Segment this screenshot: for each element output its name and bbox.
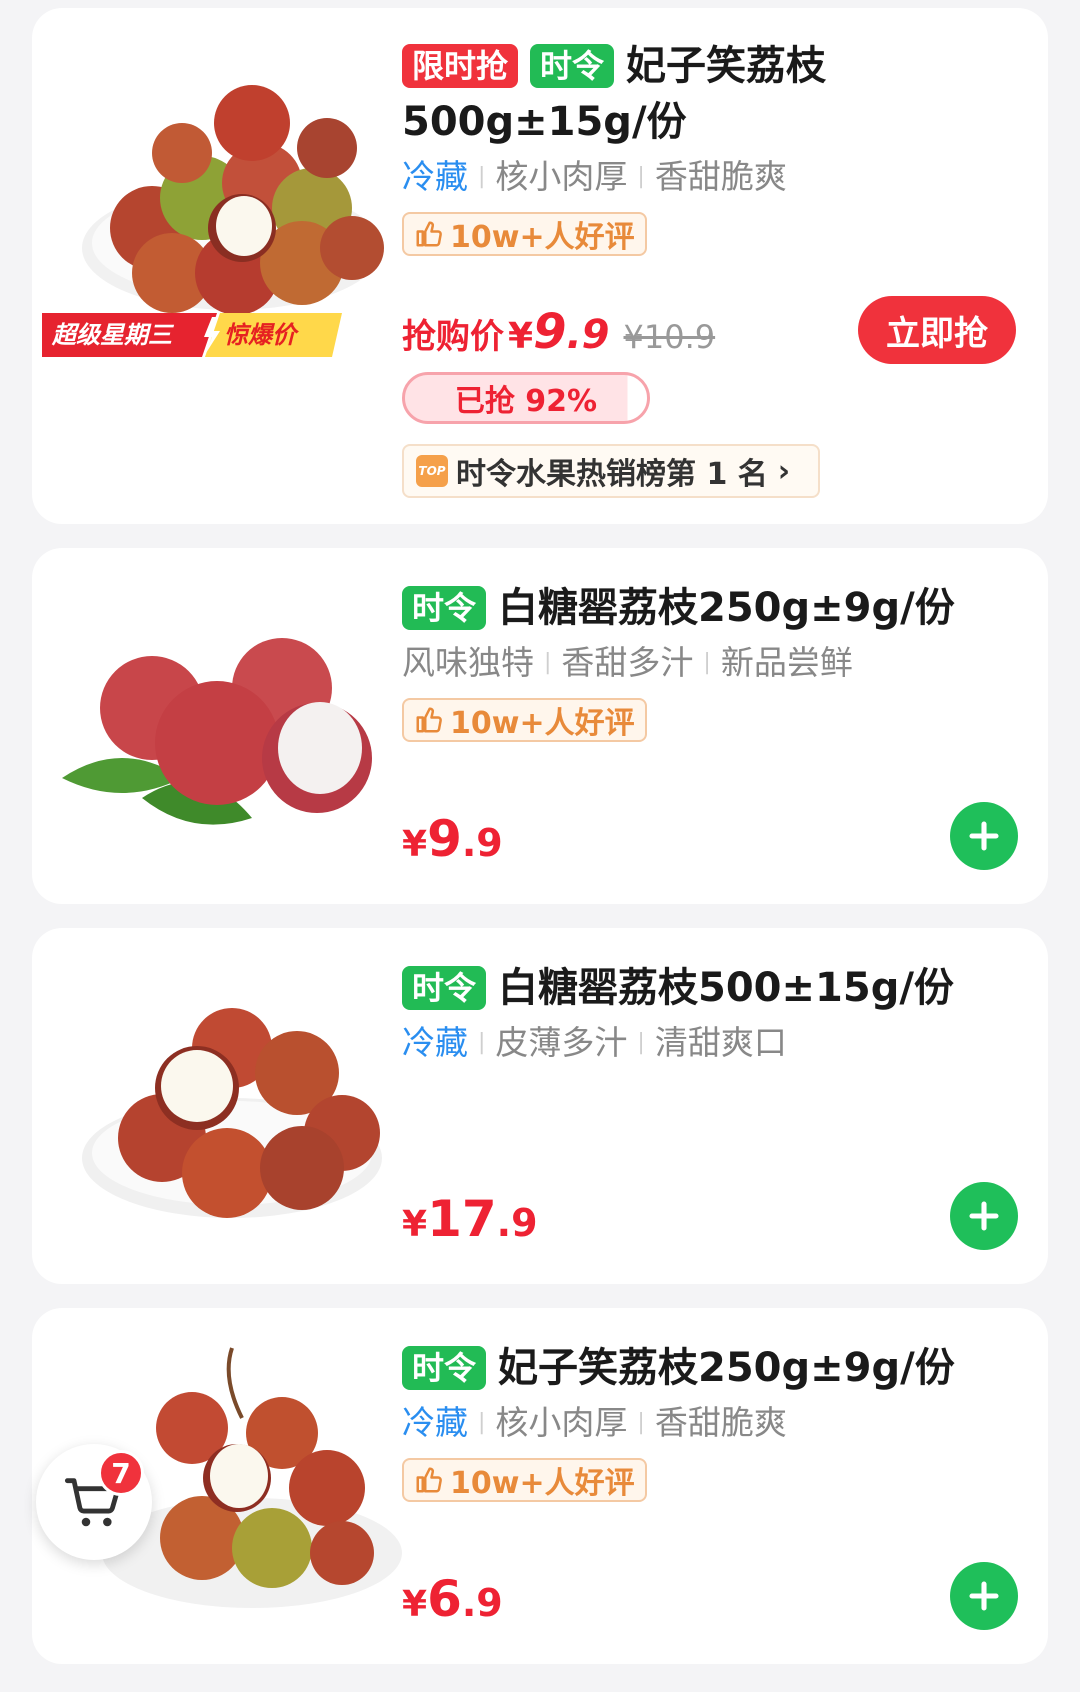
price-integer: 9 [533,304,567,360]
add-to-cart-button[interactable] [950,1182,1018,1250]
ranking-text: 时令水果热销榜第 1 名 [456,457,768,492]
feature-list: 冷藏 | 皮薄多汁 | 清甜爽口 [402,1023,787,1062]
add-to-cart-button[interactable] [950,802,1018,870]
product-name: 妃子笑荔枝250g±9g/份 [498,1345,955,1391]
seasonal-tag: 时令 [402,586,487,630]
cold-storage-label: 冷藏 [402,157,468,196]
review-text: 10w+人好评 [450,220,635,255]
price-row: ¥ 17 .9 [402,1190,538,1248]
feature-item: 香甜多汁 [561,643,694,682]
feature-list: 冷藏 | 核小肉厚 | 香甜脆爽 [402,157,787,196]
price-decimal: .9 [496,1201,538,1245]
product-card[interactable]: 时令 妃子笑荔枝250g±9g/份 冷藏 | 核小肉厚 | 香甜脆爽 10w+人好评 ¥… [32,1308,1048,1664]
plus-icon [969,1201,999,1231]
price-decimal: .9 [461,821,503,865]
original-price: ¥10.9 [623,318,716,356]
plus-icon [969,1581,999,1611]
seasonal-tag: 时令 [402,966,487,1010]
price-decimal: .9 [461,1581,503,1625]
review-text: 10w+人好评 [450,706,635,741]
feature-item: 皮薄多汁 [495,1023,628,1062]
product-name: 白糖罂荔枝250g±9g/份 [498,585,955,631]
feature-item: 风味独特 [402,643,534,682]
product-title: 限时抢 时令 妃子笑荔枝 [402,38,1016,94]
currency-symbol: ¥ [402,824,428,865]
buy-now-button[interactable]: 立即抢 [858,296,1016,364]
plus-icon [969,821,999,851]
sold-progress-bar: 已抢 92% [402,372,650,424]
lychee-plate-image [82,1008,382,1218]
lychee-leaf-image [62,638,372,825]
product-title: 时令 妃子笑荔枝250g±9g/份 [402,1340,1016,1396]
banner-left-label: 超级星期三 [52,321,172,349]
product-image[interactable] [52,578,412,878]
product-spec: 500g±15g/份 [402,99,687,145]
feature-item: 核小肉厚 [495,1403,628,1442]
currency-symbol: ¥ [402,1204,428,1245]
review-text: 10w+人好评 [450,1466,635,1501]
product-name: 白糖罂荔枝500±15g/份 [498,965,954,1011]
review-badge: 10w+人好评 [402,698,647,742]
seasonal-tag: 时令 [530,44,615,88]
feature-list: 冷藏 | 核小肉厚 | 香甜脆爽 [402,1403,787,1442]
product-name: 妃子笑荔枝 [626,43,827,89]
feature-list: 风味独特 | 香甜多汁 | 新品尝鲜 [402,643,853,682]
feature-item: 新品尝鲜 [720,643,853,682]
cold-storage-label: 冷藏 [402,1023,468,1062]
feature-item: 香甜脆爽 [654,1403,787,1442]
thumbs-up-icon [416,1467,442,1493]
product-title: 时令 白糖罂荔枝500±15g/份 [402,960,1016,1016]
review-badge: 10w+人好评 [402,1458,647,1502]
price-row: 抢购价 ¥ 9 .9 ¥10.9 [402,304,715,360]
cold-storage-label: 冷藏 [402,1403,468,1442]
seasonal-tag: 时令 [402,1346,487,1390]
super-wednesday-banner: 超级星期三 惊爆价 [42,313,342,357]
currency-symbol: ¥ [402,1584,428,1625]
currency-symbol: ¥ [508,316,534,357]
add-to-cart-button[interactable] [950,1562,1018,1630]
cart-count-badge: 7 [98,1450,144,1496]
feature-item: 香甜脆爽 [654,157,787,196]
thumbs-up-icon [416,221,442,247]
product-card[interactable]: 时令 白糖罂荔枝250g±9g/份 风味独特 | 香甜多汁 | 新品尝鲜 10w+人好评… [32,548,1048,904]
floating-cart-button[interactable]: 7 [36,1444,152,1560]
ranking-link[interactable]: TOP 时令水果热销榜第 1 名 › [402,444,820,498]
flash-sale-tag: 限时抢 [402,44,519,88]
price-integer: 6 [427,1570,462,1628]
price-row: ¥ 9 .9 [402,810,503,868]
price-prefix: 抢购价 [402,317,504,357]
price-integer: 9 [427,810,462,868]
price-integer: 17 [427,1190,497,1248]
price-decimal: .9 [566,312,610,358]
product-card[interactable]: 时令 白糖罂荔枝500±15g/份 冷藏 | 皮薄多汁 | 清甜爽口 ¥ 17 .9 [32,928,1048,1284]
product-card[interactable]: 超级星期三 惊爆价 限时抢 时令 妃子笑荔枝 500g±15g/份 冷藏 | 核小肉… [32,8,1048,524]
feature-item: 核小肉厚 [495,157,628,196]
price-row: ¥ 6 .9 [402,1570,503,1628]
banner-right-label: 惊爆价 [224,321,296,349]
chevron-right-icon: › [777,453,791,489]
review-badge: 10w+人好评 [402,212,647,256]
feature-item: 清甜爽口 [654,1023,787,1062]
product-image[interactable] [52,958,412,1258]
product-title: 时令 白糖罂荔枝250g±9g/份 [402,580,1016,636]
top-badge-icon: TOP [416,455,448,487]
thumbs-up-icon [416,707,442,733]
